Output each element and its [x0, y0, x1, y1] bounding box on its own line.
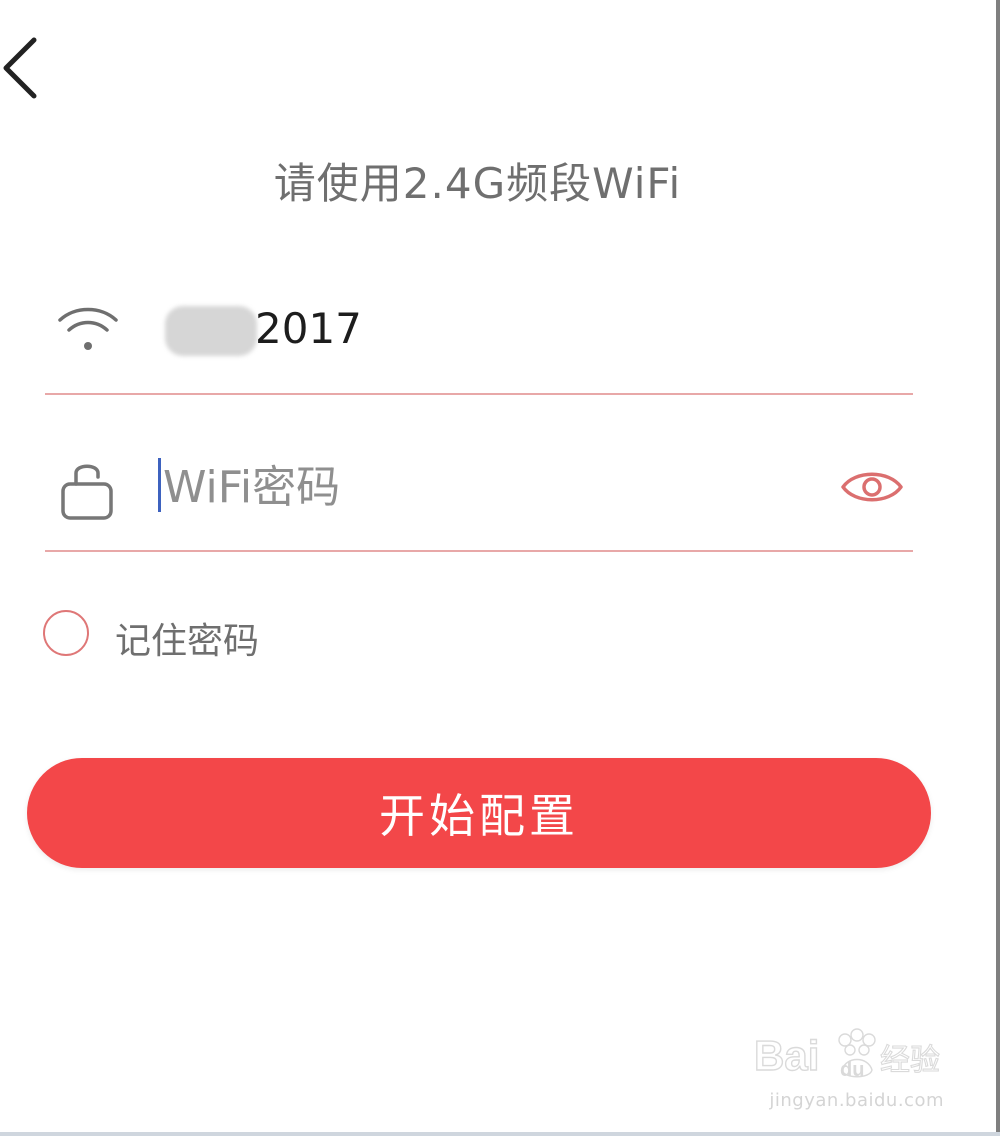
remember-password-checkbox[interactable] [43, 610, 89, 656]
start-config-button[interactable]: 开始配置 [27, 758, 931, 868]
password-field [45, 430, 913, 552]
toggle-password-visibility-button[interactable] [839, 464, 905, 510]
svg-text:Bai: Bai [754, 1032, 819, 1079]
lock-icon [61, 464, 113, 520]
svg-text:du: du [840, 1059, 864, 1081]
window-bottom-edge [0, 1132, 1000, 1136]
remember-password-label: 记住密码 [115, 621, 260, 662]
wifi-icon [58, 307, 118, 350]
remember-password-row[interactable]: 记住密码 [43, 608, 303, 662]
text-caret [158, 458, 161, 512]
svg-text:经验: 经验 [880, 1043, 940, 1078]
chevron-left-icon [3, 37, 37, 99]
wifi-band-hint: 请使用2.4G频段WiFi [273, 159, 682, 208]
ssid-redacted-part [165, 306, 257, 356]
eye-icon [841, 472, 903, 502]
baidu-logo-watermark: Bai du 经验 [754, 1028, 941, 1081]
ssid-value: 2017 [255, 304, 362, 353]
back-button[interactable] [0, 30, 60, 110]
watermark-url: jingyan.baidu.com [769, 1090, 944, 1111]
window-right-edge [996, 0, 1000, 1136]
baidu-jingyan-watermark: Bai du 经验 jingyan.baidu.com [754, 1022, 944, 1114]
ssid-field: 2017 [45, 270, 913, 395]
password-input[interactable] [157, 452, 823, 522]
